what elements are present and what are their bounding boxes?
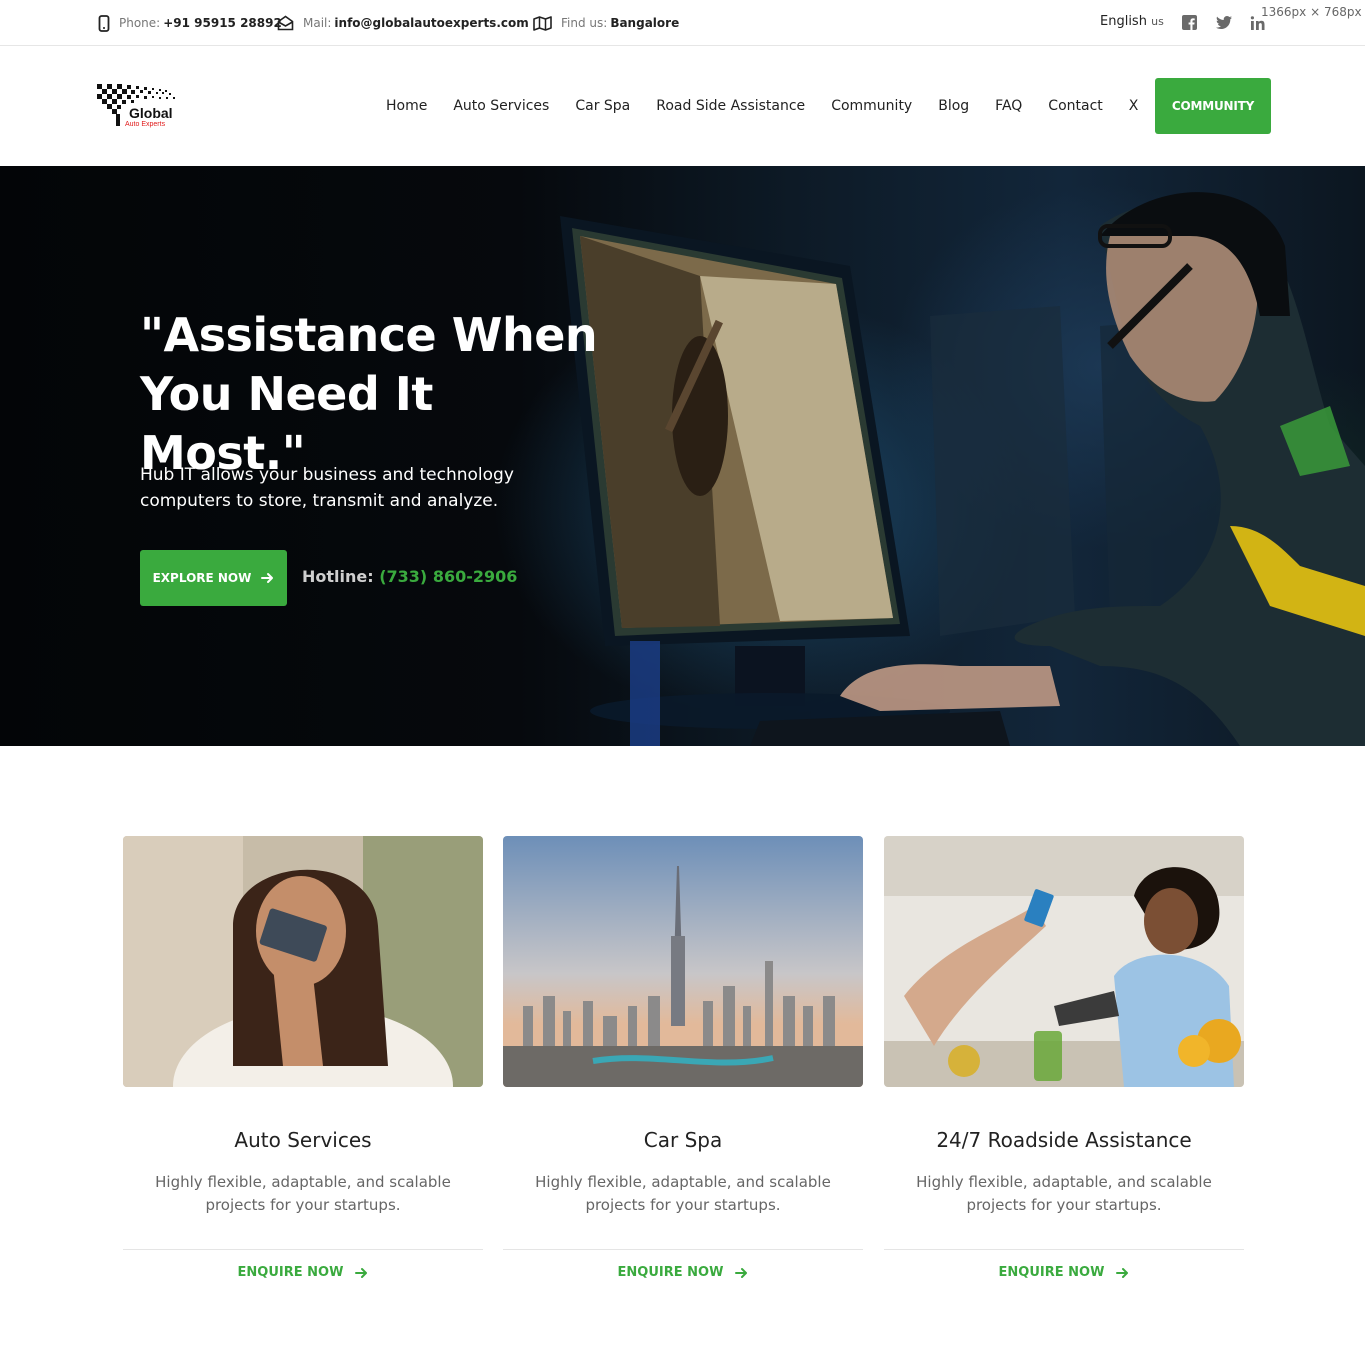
card-image-card-payment [884, 836, 1244, 1087]
site-logo[interactable]: Global Auto Experts [95, 80, 185, 130]
main-navigation: Home Auto Services Car Spa Road Side Ass… [373, 96, 1151, 116]
enquire-now-label: ENQUIRE NOW [237, 1265, 344, 1280]
card-image-city-skyline [503, 836, 863, 1087]
enquire-now-label: ENQUIRE NOW [998, 1265, 1105, 1280]
logo-name: Global [129, 105, 173, 121]
facebook-icon[interactable] [1181, 14, 1199, 32]
community-button[interactable]: COMMUNITY [1155, 78, 1271, 134]
nav-road-side-assistance[interactable]: Road Side Assistance [643, 96, 818, 116]
card-title: 24/7 Roadside Assistance [936, 1128, 1192, 1152]
hotline-label: Hotline: [302, 567, 374, 586]
arrow-right-icon [355, 1267, 368, 1278]
logo-tagline: Auto Experts [125, 121, 166, 128]
explore-now-label: EXPLORE NOW [152, 571, 252, 585]
explore-now-button[interactable]: EXPLORE NOW [140, 550, 287, 606]
nav-auto-services[interactable]: Auto Services [440, 96, 562, 116]
card-image-woman-with-card [123, 836, 483, 1087]
language-selector[interactable]: English us [1100, 14, 1164, 29]
mail-label: Mail: [303, 16, 332, 30]
nav-blog[interactable]: Blog [925, 96, 982, 116]
card-text: Highly flexible, adaptable, and scalable… [535, 1173, 831, 1214]
find-value: Bangalore [610, 16, 680, 30]
arrow-right-icon [261, 573, 274, 583]
card-divider [123, 1249, 483, 1250]
enquire-now-link[interactable]: ENQUIRE NOW [884, 1265, 1244, 1280]
nav-home[interactable]: Home [373, 96, 440, 116]
main-header: Global Auto Experts Home Auto Services C… [0, 46, 1365, 166]
twitter-icon[interactable] [1215, 14, 1233, 32]
enquire-now-link[interactable]: ENQUIRE NOW [123, 1265, 483, 1280]
phone-icon [98, 14, 110, 32]
enquire-now-label: ENQUIRE NOW [617, 1265, 724, 1280]
checkered-flag-logo-icon: Global Auto Experts [97, 84, 175, 128]
card-divider [503, 1249, 863, 1250]
language-label: English [1100, 14, 1147, 29]
mail-icon [277, 15, 294, 31]
nav-faq[interactable]: FAQ [982, 96, 1035, 116]
hotline-number[interactable]: (733) 860-2906 [379, 567, 517, 586]
service-card-car-spa: Car Spa Highly flexible, adaptable, and … [503, 836, 863, 1280]
hero-subtitle: Hub IT allows your business and technolo… [140, 465, 514, 511]
arrow-right-icon [1116, 1267, 1129, 1278]
service-card-auto-services: Auto Services Highly flexible, adaptable… [123, 836, 483, 1280]
card-divider [884, 1249, 1244, 1250]
nav-community[interactable]: Community [818, 96, 925, 116]
language-code: us [1151, 15, 1164, 28]
mail-value[interactable]: info@globalautoexperts.com [334, 16, 528, 30]
enquire-now-link[interactable]: ENQUIRE NOW [503, 1265, 863, 1280]
nav-car-spa[interactable]: Car Spa [562, 96, 643, 116]
find-label: Find us: [561, 16, 608, 30]
mail-info[interactable]: Mail: info@globalautoexperts.com [277, 13, 529, 33]
location-info: Find us: Bangalore [533, 13, 679, 33]
service-card-roadside-assistance: 24/7 Roadside Assistance Highly flexible… [884, 836, 1244, 1280]
phone-label: Phone: [119, 16, 161, 30]
card-text: Highly flexible, adaptable, and scalable… [916, 1173, 1212, 1214]
viewport-size-note: 1366px × 768px [1261, 5, 1362, 19]
card-text: Highly flexible, adaptable, and scalable… [155, 1173, 451, 1214]
phone-info[interactable]: Phone: +91 95915 28892 [98, 13, 282, 33]
hotline: Hotline: (733) 860-2906 [302, 567, 517, 586]
phone-value[interactable]: +91 95915 28892 [163, 16, 282, 30]
card-title: Auto Services [234, 1128, 372, 1152]
map-icon [533, 15, 552, 31]
nav-x[interactable]: X [1116, 96, 1152, 116]
hero-title: "Assistance When You Need It Most." [140, 308, 598, 480]
top-info-bar: Phone: +91 95915 28892 Mail: info@global… [0, 0, 1365, 46]
arrow-right-icon [735, 1267, 748, 1278]
card-title: Car Spa [643, 1128, 723, 1152]
hero-banner: "Assistance When You Need It Most." Hub … [0, 166, 1365, 746]
nav-contact[interactable]: Contact [1035, 96, 1115, 116]
